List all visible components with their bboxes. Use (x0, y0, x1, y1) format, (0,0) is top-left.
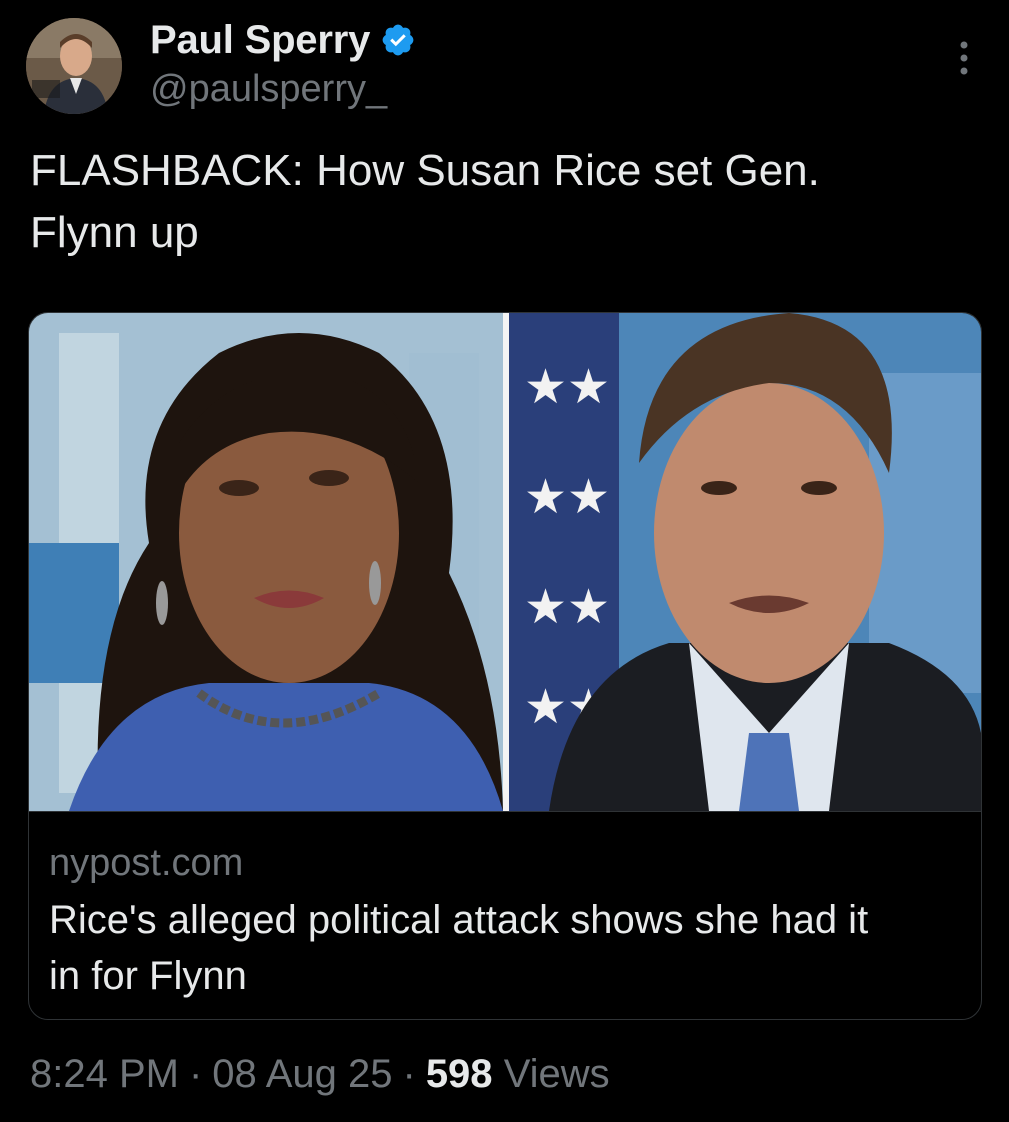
card-title: Rice's alleged political attack shows sh… (49, 892, 969, 1004)
tweet-text-line: FLASHBACK: How Susan Rice set Gen. (30, 146, 820, 195)
tweet-meta: 8:24 PM · 08 Aug 25 · 598 Views (30, 1052, 610, 1097)
svg-text:★★: ★★ (524, 469, 610, 525)
card-domain: nypost.com (49, 842, 244, 884)
views-label: Views (503, 1052, 610, 1096)
card-image[interactable]: ★★ ★★ ★★ ★★ (29, 313, 981, 811)
author-handle[interactable]: @paulsperry_ (150, 68, 387, 111)
views-count[interactable]: 598 (426, 1052, 493, 1096)
card-title-line: Rice's alleged political attack shows sh… (49, 898, 869, 942)
more-options-icon (960, 41, 968, 75)
card-title-line: in for Flynn (49, 954, 247, 998)
card-info: nypost.com Rice's alleged political atta… (29, 811, 981, 1019)
author-name-row: Paul Sperry (150, 16, 416, 64)
tweet: Paul Sperry @paulsperry_ FLASHBACK: How … (0, 0, 1009, 1122)
meta-separator: · (188, 1052, 203, 1096)
tweet-text-line: Flynn up (30, 208, 199, 257)
meta-separator: · (402, 1052, 416, 1096)
tweet-date[interactable]: 08 Aug 25 (212, 1052, 392, 1096)
svg-text:★★: ★★ (524, 359, 610, 415)
avatar[interactable] (26, 18, 122, 114)
more-options-button[interactable] (944, 38, 984, 78)
tweet-text: FLASHBACK: How Susan Rice set Gen. Flynn… (30, 140, 980, 264)
verified-badge-icon (380, 22, 416, 58)
link-card[interactable]: ★★ ★★ ★★ ★★ nypost.com Rice's alleged po… (28, 312, 982, 1020)
author-name[interactable]: Paul Sperry (150, 18, 370, 63)
svg-text:★★: ★★ (524, 579, 610, 635)
tweet-time[interactable]: 8:24 PM (30, 1052, 179, 1096)
